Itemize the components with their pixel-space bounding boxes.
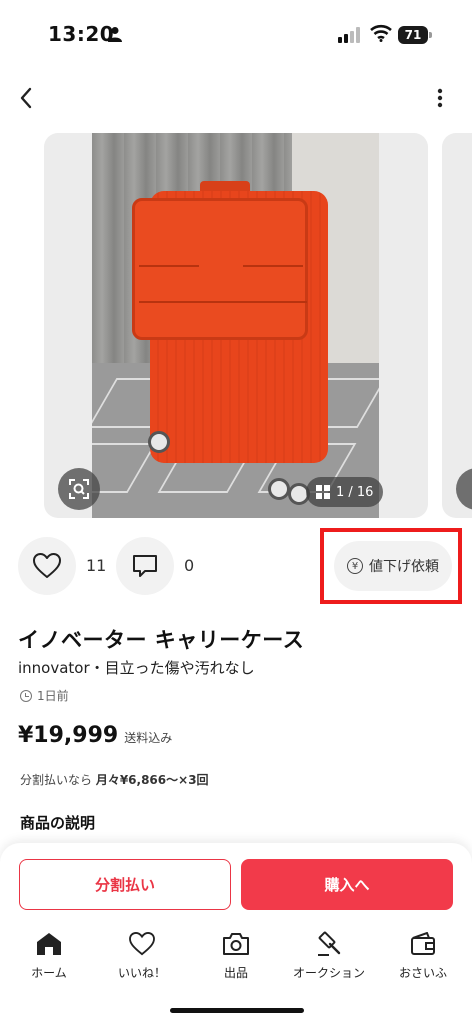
tab-auction-label: オークション bbox=[292, 966, 365, 980]
comment-count: 0 bbox=[184, 556, 195, 575]
signal-icon bbox=[338, 27, 360, 43]
clock-icon bbox=[20, 689, 32, 702]
tab-sell[interactable]: 出品 bbox=[191, 926, 281, 986]
tab-home-label: ホーム bbox=[31, 966, 67, 980]
wifi-icon bbox=[370, 24, 392, 42]
tab-likes[interactable]: いいね！ bbox=[97, 926, 187, 986]
tab-wallet-label: おさいふ bbox=[398, 966, 447, 980]
heart-icon bbox=[129, 932, 155, 956]
posted-time: 1日前 bbox=[20, 687, 69, 704]
yen-icon: ¥ bbox=[347, 558, 363, 574]
status-bar: 13:20 71 bbox=[0, 0, 472, 70]
installment-value: 月々¥6,866〜×3回 bbox=[95, 773, 209, 787]
installment-prefix: 分割払いなら bbox=[20, 773, 96, 787]
gavel-icon bbox=[318, 931, 341, 956]
home-icon bbox=[37, 933, 61, 955]
price-down-label: 値下げ依頼 bbox=[369, 559, 439, 575]
grid-icon bbox=[316, 485, 330, 499]
tab-home[interactable]: ホーム bbox=[4, 926, 94, 986]
tab-sell-label: 出品 bbox=[223, 966, 248, 980]
tab-wallet[interactable]: おさいふ bbox=[378, 926, 468, 986]
chevron-left-icon bbox=[20, 87, 32, 109]
heart-icon bbox=[33, 553, 61, 578]
tab-likes-label: いいね！ bbox=[117, 966, 166, 980]
camera-icon bbox=[223, 933, 249, 955]
home-indicator[interactable] bbox=[170, 1008, 304, 1013]
price: ¥19,999 bbox=[18, 723, 119, 748]
battery-level: 71 bbox=[398, 26, 428, 44]
lens-search-icon bbox=[69, 479, 89, 499]
image-counter: 1 / 16 bbox=[306, 477, 384, 507]
like-button[interactable] bbox=[18, 537, 76, 595]
more-options-button[interactable] bbox=[428, 84, 452, 112]
description-title: 商品の説明 bbox=[20, 814, 96, 832]
person-icon bbox=[108, 27, 122, 42]
image-counter-text: 1 / 16 bbox=[336, 484, 374, 500]
vertical-dots-icon bbox=[437, 88, 443, 108]
next-photo[interactable] bbox=[442, 133, 472, 518]
image-carousel[interactable]: 1 / 16 bbox=[0, 133, 472, 518]
comment-icon bbox=[133, 555, 157, 577]
price-down-request-button[interactable]: ¥ 値下げ依頼 bbox=[334, 541, 452, 591]
battery-icon: 71 bbox=[398, 26, 432, 44]
tab-auction[interactable]: オークション bbox=[284, 926, 374, 986]
item-subtitle: innovator・目立った傷や汚れなし bbox=[18, 659, 255, 677]
back-button[interactable] bbox=[12, 82, 40, 114]
status-time: 13:20 bbox=[48, 22, 115, 46]
buy-button[interactable]: 購入へ bbox=[241, 859, 453, 910]
installment-info: 分割払いなら 月々¥6,866〜×3回 bbox=[20, 771, 209, 788]
posted-time-text: 1日前 bbox=[37, 689, 69, 703]
comment-button[interactable] bbox=[116, 537, 174, 595]
installment-button[interactable]: 分割払い bbox=[19, 859, 231, 910]
shipping-label: 送料込み bbox=[124, 731, 173, 745]
suitcase-image bbox=[92, 133, 379, 518]
product-photo[interactable]: 1 / 16 bbox=[44, 133, 428, 518]
item-title: イノベーター キャリーケース bbox=[18, 628, 305, 652]
lens-search-button[interactable] bbox=[58, 468, 100, 510]
wallet-icon bbox=[411, 932, 435, 955]
price-row: ¥19,999 送料込み bbox=[18, 723, 172, 748]
tab-bar: ホーム いいね！ 出品 オークション おさいふ bbox=[0, 926, 472, 986]
like-count: 11 bbox=[86, 556, 107, 575]
